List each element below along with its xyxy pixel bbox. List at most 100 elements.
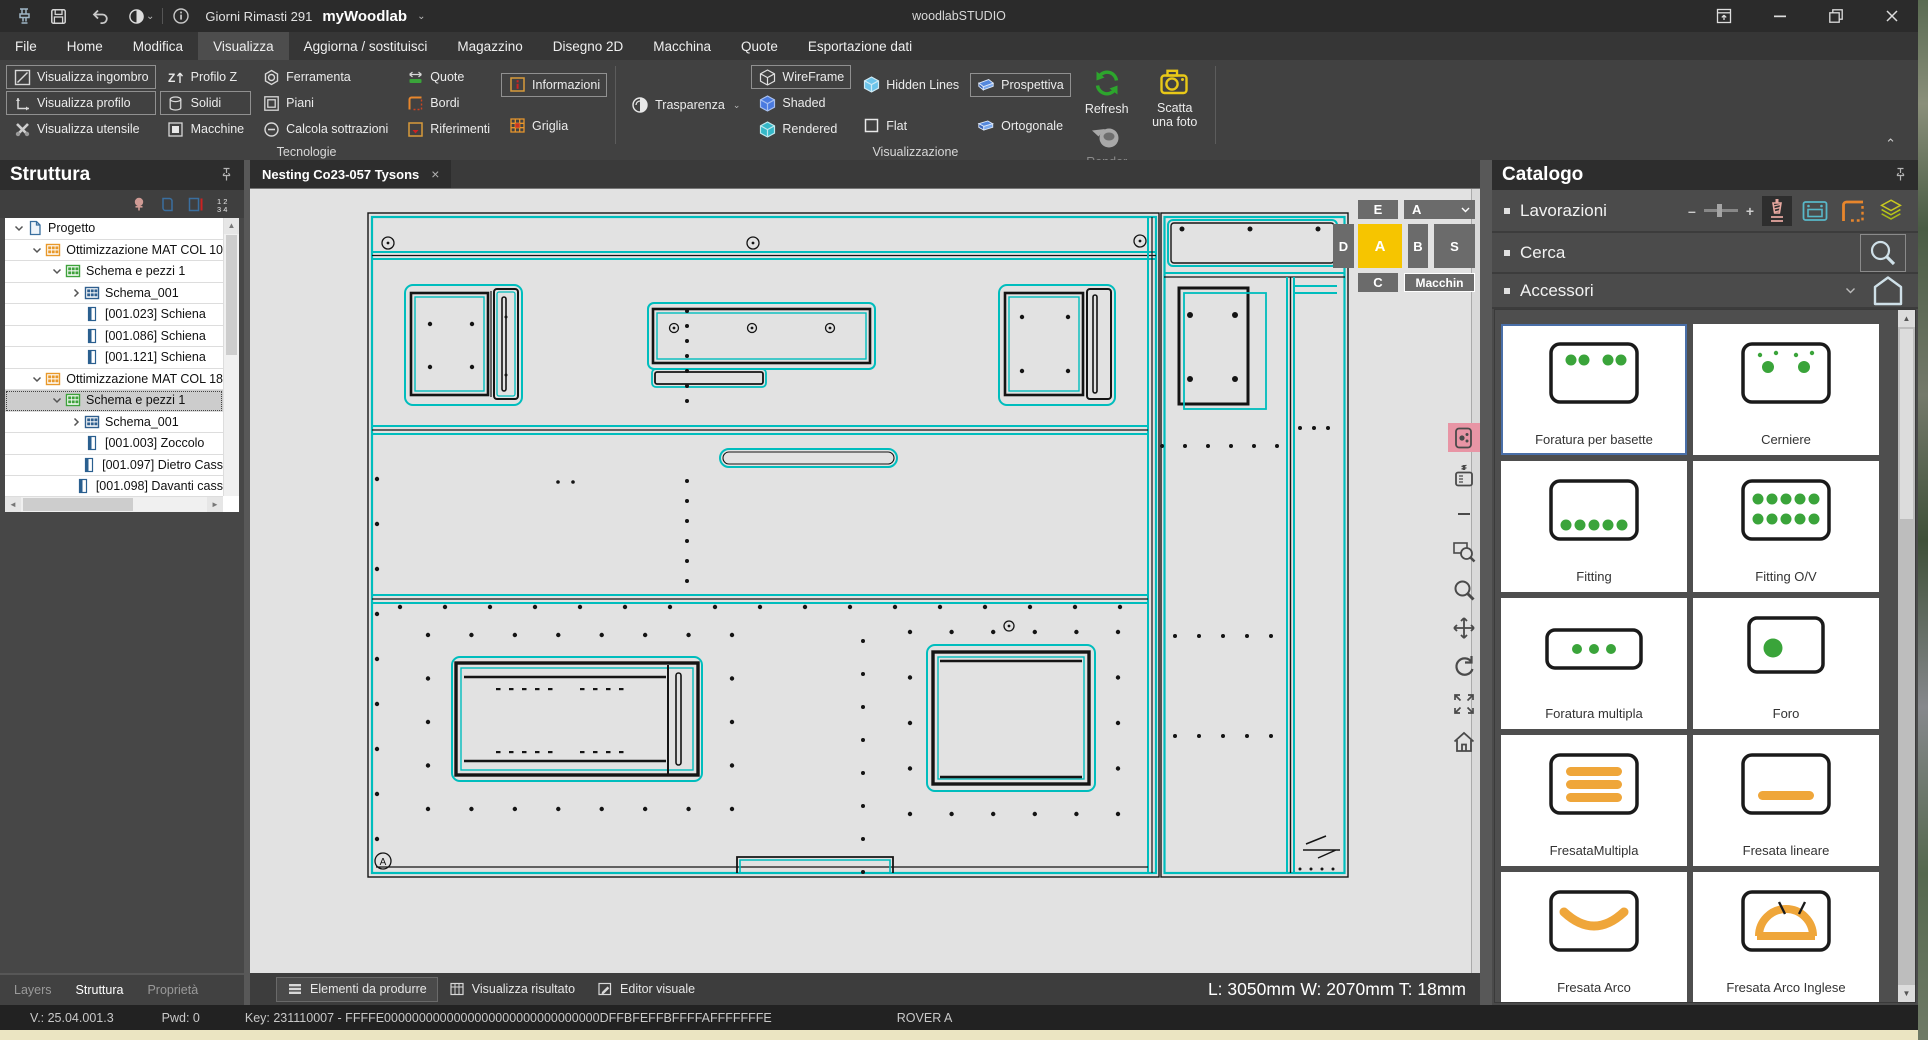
bottom-tab-elementi-da-produrre[interactable]: Elementi da produrre: [276, 977, 438, 1002]
menu-modifica[interactable]: Modifica: [118, 32, 198, 60]
ribbon-button-trasparenza[interactable]: Trasparenza⌄: [624, 93, 747, 117]
view-button-a-active[interactable]: A: [1358, 224, 1402, 268]
product-name[interactable]: myWoodlab: [322, 8, 407, 25]
ribbon-button-visualizza-ingombro[interactable]: Visualizza ingombro: [6, 65, 156, 89]
panel-tab-layers[interactable]: Layers: [14, 983, 52, 997]
accessori-caret-icon[interactable]: [1845, 287, 1856, 294]
zoom-window-tool[interactable]: [1448, 537, 1480, 566]
accessory-card-foro[interactable]: Foro: [1693, 598, 1879, 729]
ribbon-button-rendered[interactable]: Rendered: [751, 117, 851, 141]
tree-item-001-098-davanti-cass[interactable]: [001.098] Davanti cass: [5, 476, 223, 498]
ribbon-button-shaded[interactable]: Shaded: [751, 91, 851, 115]
view-dropdown-a[interactable]: A: [1404, 200, 1475, 219]
close-icon[interactable]: [1882, 6, 1902, 26]
panel-book-icon[interactable]: [159, 196, 175, 213]
zoom-tool[interactable]: [1448, 575, 1480, 604]
size-slider[interactable]: [1704, 209, 1738, 212]
ribbon-button-profilo-z[interactable]: ZProfilo Z: [160, 65, 252, 89]
tab-nesting-document[interactable]: Nesting Co23-057 Tysons×: [250, 160, 451, 188]
ribbon-button-ortogonale[interactable]: Ortogonale: [970, 114, 1071, 138]
ribbon-button-informazioni[interactable]: Informazioni: [501, 73, 607, 97]
ribbon-button-prospettiva[interactable]: Prospettiva: [970, 73, 1071, 97]
tree-item-001-121-schiena[interactable]: [001.121] Schiena: [5, 347, 223, 369]
menu-quote[interactable]: Quote: [726, 32, 793, 60]
tree-vertical-scrollbar[interactable]: ▲: [223, 218, 239, 496]
tree-item-ottimizzazione-mat-col-18[interactable]: Ottimizzazione MAT COL 18: [5, 369, 223, 391]
undo-icon[interactable]: [90, 6, 110, 26]
right-splitter[interactable]: [1480, 160, 1492, 1005]
menu-magazzino[interactable]: Magazzino: [442, 32, 537, 60]
info-icon[interactable]: [171, 6, 191, 26]
tab-close-icon[interactable]: ×: [431, 166, 439, 182]
minimize-icon[interactable]: [1770, 6, 1790, 26]
pin-icon[interactable]: [219, 167, 234, 182]
app-logo-icon[interactable]: [14, 6, 34, 26]
ribbon-button-piani[interactable]: Piani: [255, 91, 395, 115]
accessori-home-icon[interactable]: [1870, 273, 1906, 309]
home-view-tool[interactable]: [1448, 727, 1480, 756]
tree-item-schema-e-pezzi-1[interactable]: Schema e pezzi 1: [5, 261, 223, 283]
tree-item-001-097-dietro-cass[interactable]: [001.097] Dietro Cass: [5, 455, 223, 477]
menu-disegno-2d[interactable]: Disegno 2D: [538, 32, 639, 60]
ribbon-button-scatta-una-foto[interactable]: Scattauna foto: [1143, 65, 1207, 130]
menu-aggiorna-sostituisci[interactable]: Aggiorna / sostituisci: [289, 32, 443, 60]
panel-marker-icon[interactable]: [187, 196, 204, 213]
bottom-tab-editor-visuale[interactable]: Editor visuale: [586, 977, 706, 1002]
sort-icon[interactable]: 1 23 4: [216, 196, 232, 213]
view-button-s[interactable]: S: [1434, 224, 1475, 268]
pin-icon[interactable]: [1893, 167, 1908, 182]
filter-layers-icon[interactable]: [1876, 196, 1906, 226]
search-icon[interactable]: [1860, 234, 1906, 272]
view-button-c[interactable]: C: [1358, 273, 1398, 292]
view-button-macchina[interactable]: Macchin: [1404, 273, 1475, 292]
ribbon-button-bordi[interactable]: Bordi: [399, 91, 497, 115]
accessory-card-fitting-o-v[interactable]: Fitting O/V: [1693, 461, 1879, 592]
tree-horizontal-scrollbar[interactable]: ◄►: [5, 496, 223, 512]
bottom-tab-visualizza-risultato[interactable]: Visualizza risultato: [438, 977, 586, 1002]
accessory-card-fresata-arco-inglese[interactable]: Fresata Arco Inglese: [1693, 872, 1879, 1003]
restore-icon[interactable]: [1826, 6, 1846, 26]
pan-tool[interactable]: [1448, 613, 1480, 642]
accessory-card-fitting[interactable]: Fitting: [1501, 461, 1687, 592]
fit-view-tool[interactable]: [1448, 689, 1480, 718]
catalog-scrollbar[interactable]: ▲▼: [1898, 310, 1915, 1002]
panel-tab-struttura[interactable]: Struttura: [76, 983, 124, 997]
ribbon-button-visualizza-utensile[interactable]: Visualizza utensile: [6, 117, 156, 141]
menu-macchina[interactable]: Macchina: [638, 32, 726, 60]
tools-separator[interactable]: [1448, 499, 1480, 528]
locator-icon[interactable]: [131, 196, 147, 213]
accessory-card-foratura-per-basette[interactable]: Foratura per basette: [1501, 324, 1687, 455]
contrast-caret-icon[interactable]: ⌄: [146, 11, 154, 22]
zoom-in-icon[interactable]: +: [1746, 203, 1754, 219]
ribbon-button-calcola-sottrazioni[interactable]: Calcola sottrazioni: [255, 117, 395, 141]
drill-tool[interactable]: [1448, 461, 1480, 490]
filter-machine-icon[interactable]: [1800, 196, 1830, 226]
tree-item-progetto[interactable]: Progetto: [5, 218, 223, 240]
section-cerca[interactable]: Cerca: [1492, 233, 1918, 274]
accessory-card-foratura-multipla[interactable]: Foratura multipla: [1501, 598, 1687, 729]
accessory-card-fresata-arco[interactable]: Fresata Arco: [1501, 872, 1687, 1003]
cad-viewport[interactable]: A E A D A B S C Macchin: [250, 188, 1480, 973]
menu-home[interactable]: Home: [52, 32, 118, 60]
tree-item-001-023-schiena[interactable]: [001.023] Schiena: [5, 304, 223, 326]
dock-window-icon[interactable]: [1714, 6, 1734, 26]
view-button-b[interactable]: B: [1408, 224, 1428, 268]
snap-tool[interactable]: [1448, 423, 1480, 452]
save-icon[interactable]: [48, 6, 68, 26]
menu-visualizza[interactable]: Visualizza: [198, 32, 289, 60]
ribbon-button-macchine[interactable]: Macchine: [160, 117, 252, 141]
accessory-card-fresata-lineare[interactable]: Fresata lineare: [1693, 735, 1879, 866]
rotate-view-tool[interactable]: [1448, 651, 1480, 680]
section-lavorazioni[interactable]: Lavorazioni – +: [1492, 190, 1918, 233]
tree-item-schema-e-pezzi-1[interactable]: Schema e pezzi 1: [5, 390, 223, 412]
contrast-icon[interactable]: [126, 6, 146, 26]
ribbon-button-griglia[interactable]: Griglia: [501, 114, 607, 138]
ribbon-button-solidi[interactable]: Solidi: [160, 91, 252, 115]
section-accessori[interactable]: Accessori: [1492, 274, 1918, 309]
filter-drilling-icon[interactable]: [1762, 196, 1792, 226]
tree-item-schema-001[interactable]: Schema_001: [5, 412, 223, 434]
tree-item-schema-001[interactable]: Schema_001: [5, 283, 223, 305]
zoom-out-icon[interactable]: –: [1688, 203, 1696, 219]
ribbon-button-ferramenta[interactable]: Ferramenta: [255, 65, 395, 89]
product-caret-icon[interactable]: ⌄: [417, 11, 425, 22]
